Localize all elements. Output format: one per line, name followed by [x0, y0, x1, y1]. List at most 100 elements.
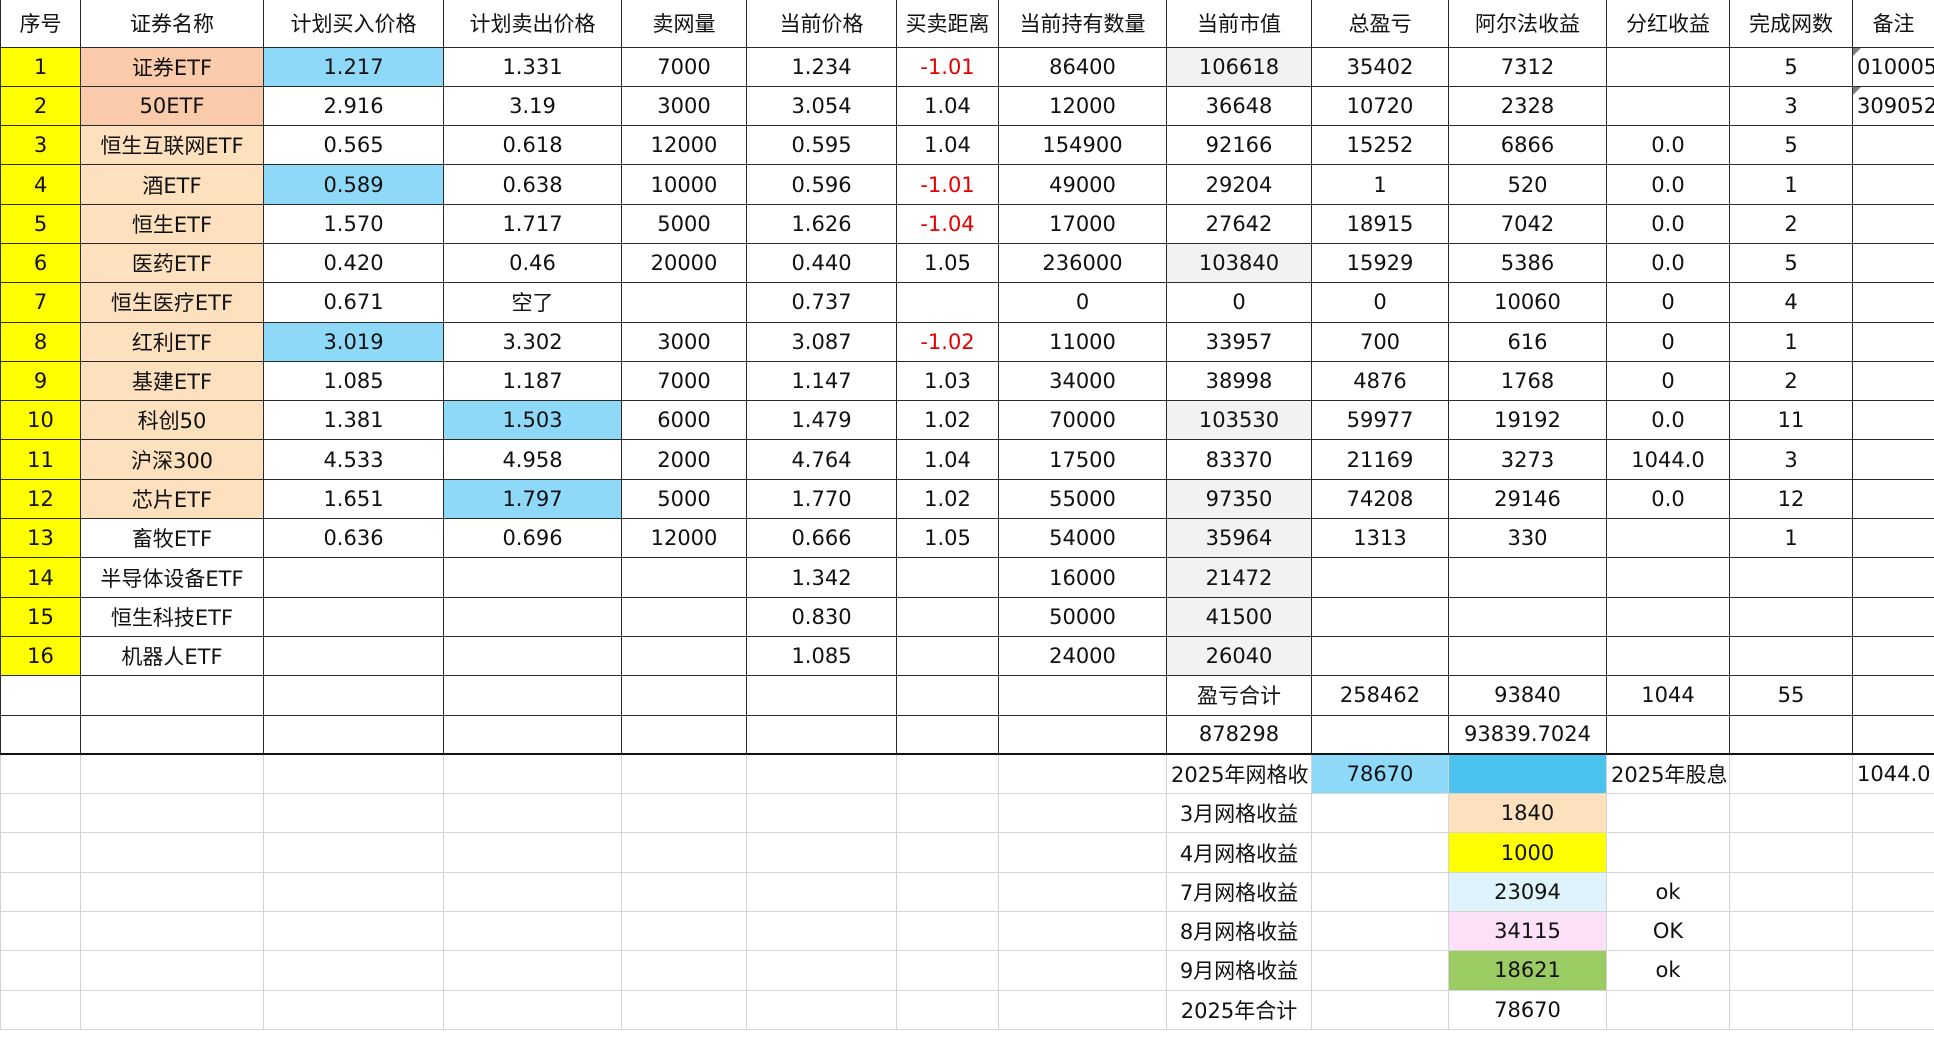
cell-sell-price[interactable] — [443, 557, 622, 598]
cell-grids-done[interactable]: 1 — [1729, 518, 1853, 559]
cell-distance[interactable]: -1.04 — [896, 203, 999, 244]
blank-cell[interactable] — [263, 753, 444, 795]
cell-current-price[interactable]: 1.626 — [746, 203, 897, 244]
summary-cell-buy-price[interactable] — [263, 714, 444, 756]
summary-cell-sell-price[interactable] — [443, 675, 622, 716]
cell-buy-price[interactable] — [263, 635, 444, 677]
cell-grid-qty[interactable]: 5000 — [621, 478, 747, 520]
summary-cell-name[interactable] — [80, 714, 264, 756]
cell-dividend[interactable]: 0 — [1606, 282, 1730, 323]
cell-note[interactable] — [1852, 203, 1934, 244]
cell-market-value[interactable]: 106618 — [1166, 46, 1312, 87]
header-grid-qty[interactable]: 卖网量 — [621, 0, 747, 48]
summary-cell-sell-price[interactable] — [443, 714, 622, 756]
cell-index[interactable]: 8 — [0, 321, 81, 362]
cell-name[interactable]: 机器人ETF — [80, 635, 264, 677]
cell-grid-qty[interactable]: 12000 — [621, 125, 747, 166]
cell-name[interactable]: 医药ETF — [80, 242, 264, 284]
summary-cell-buy-price[interactable] — [263, 675, 444, 716]
cell-current-price[interactable]: 3.087 — [746, 321, 897, 362]
cell-index[interactable]: 4 — [0, 164, 81, 205]
blank-cell[interactable] — [1852, 950, 1934, 991]
cell-index[interactable]: 11 — [0, 439, 81, 480]
blank-cell[interactable] — [263, 793, 444, 834]
cell-total-pnl[interactable]: 10720 — [1311, 85, 1449, 127]
summary-cell-market-value[interactable]: 878298 — [1166, 714, 1312, 756]
cell-grid-qty[interactable]: 5000 — [621, 203, 747, 244]
summary-cell-alpha[interactable]: 93839.7024 — [1448, 714, 1607, 756]
cell-sell-price[interactable]: 4.958 — [443, 439, 622, 480]
month-label[interactable]: 7月网格收益 — [1166, 871, 1312, 913]
cell-grid-qty[interactable]: 12000 — [621, 518, 747, 559]
cell-buy-price[interactable]: 3.019 — [263, 321, 444, 362]
cell-holding-qty[interactable]: 11000 — [998, 321, 1167, 362]
blank-cell[interactable] — [621, 871, 747, 913]
cell-market-value[interactable]: 103530 — [1166, 400, 1312, 441]
blank-cell[interactable] — [80, 793, 264, 834]
blank-cell[interactable] — [998, 871, 1167, 913]
cell-sell-price[interactable]: 0.46 — [443, 242, 622, 284]
blank-cell[interactable] — [998, 911, 1167, 952]
cell-alpha[interactable]: 2328 — [1448, 85, 1607, 127]
cell-distance[interactable]: -1.01 — [896, 164, 999, 205]
cell-index[interactable]: 1 — [0, 46, 81, 87]
blank-cell[interactable] — [443, 753, 622, 795]
summary-cell-note[interactable] — [1852, 675, 1934, 716]
cell-sell-price[interactable]: 1.797 — [443, 478, 622, 520]
blank-cell[interactable] — [621, 753, 747, 795]
cell-note[interactable] — [1852, 635, 1934, 677]
month-label[interactable]: 8月网格收益 — [1166, 911, 1312, 952]
cell-grid-qty[interactable] — [621, 282, 747, 323]
cell-name[interactable]: 50ETF — [80, 85, 264, 127]
cell-dividend[interactable]: 0.0 — [1606, 203, 1730, 244]
cell-index[interactable]: 10 — [0, 400, 81, 441]
cell-total-pnl[interactable]: 15929 — [1311, 242, 1449, 284]
cell-note[interactable] — [1852, 242, 1934, 284]
cell-market-value[interactable]: 33957 — [1166, 321, 1312, 362]
cell-holding-qty[interactable]: 70000 — [998, 400, 1167, 441]
summary-cell-grid-qty[interactable] — [621, 714, 747, 756]
cell-note[interactable] — [1852, 282, 1934, 323]
cell-note[interactable] — [1852, 321, 1934, 362]
blank-cell[interactable] — [746, 793, 897, 834]
cell-dividend[interactable]: 0.0 — [1606, 164, 1730, 205]
cell-distance[interactable]: 1.05 — [896, 518, 999, 559]
blank-cell[interactable] — [1729, 989, 1853, 1030]
cell-buy-price[interactable] — [263, 596, 444, 637]
cell-name[interactable]: 恒生科技ETF — [80, 596, 264, 637]
cell-sell-price[interactable]: 1.187 — [443, 360, 622, 402]
cell-current-price[interactable]: 4.764 — [746, 439, 897, 480]
header-current-price[interactable]: 当前价格 — [746, 0, 897, 48]
cell-note[interactable] — [1852, 439, 1934, 480]
blank-cell[interactable] — [998, 989, 1167, 1030]
summary-cell-holding-qty[interactable] — [998, 675, 1167, 716]
cell-distance[interactable]: 1.04 — [896, 439, 999, 480]
cell-index[interactable]: 16 — [0, 635, 81, 677]
cell-sell-price[interactable]: 0.638 — [443, 164, 622, 205]
cell-market-value[interactable]: 36648 — [1166, 85, 1312, 127]
cell-dividend[interactable]: 0.0 — [1606, 242, 1730, 284]
cell-index[interactable]: 7 — [0, 282, 81, 323]
cell-dividend[interactable]: 0.0 — [1606, 478, 1730, 520]
cell-alpha[interactable]: 10060 — [1448, 282, 1607, 323]
summary-cell-market-value[interactable]: 盈亏合计 — [1166, 675, 1312, 716]
header-holding-qty[interactable]: 当前持有数量 — [998, 0, 1167, 48]
blank-cell[interactable] — [1852, 989, 1934, 1030]
cell-total-pnl[interactable]: 74208 — [1311, 478, 1449, 520]
cell-alpha[interactable]: 330 — [1448, 518, 1607, 559]
blank-cell[interactable] — [1311, 832, 1449, 873]
cell-note[interactable] — [1852, 360, 1934, 402]
header-note[interactable]: 备注 — [1852, 0, 1934, 48]
blank-cell[interactable] — [443, 871, 622, 913]
cell-total-pnl[interactable]: 59977 — [1311, 400, 1449, 441]
cell-dividend[interactable] — [1606, 557, 1730, 598]
cell-distance[interactable]: 1.02 — [896, 478, 999, 520]
cell-holding-qty[interactable]: 24000 — [998, 635, 1167, 677]
cell-sell-price[interactable]: 空了 — [443, 282, 622, 323]
cell-buy-price[interactable]: 0.420 — [263, 242, 444, 284]
month-value[interactable]: 18621 — [1448, 950, 1607, 991]
cell-grids-done[interactable]: 3 — [1729, 85, 1853, 127]
blank-cell[interactable] — [896, 989, 999, 1030]
blank-cell[interactable] — [1852, 871, 1934, 913]
dividend-label[interactable]: 2025年股息 — [1606, 753, 1730, 795]
